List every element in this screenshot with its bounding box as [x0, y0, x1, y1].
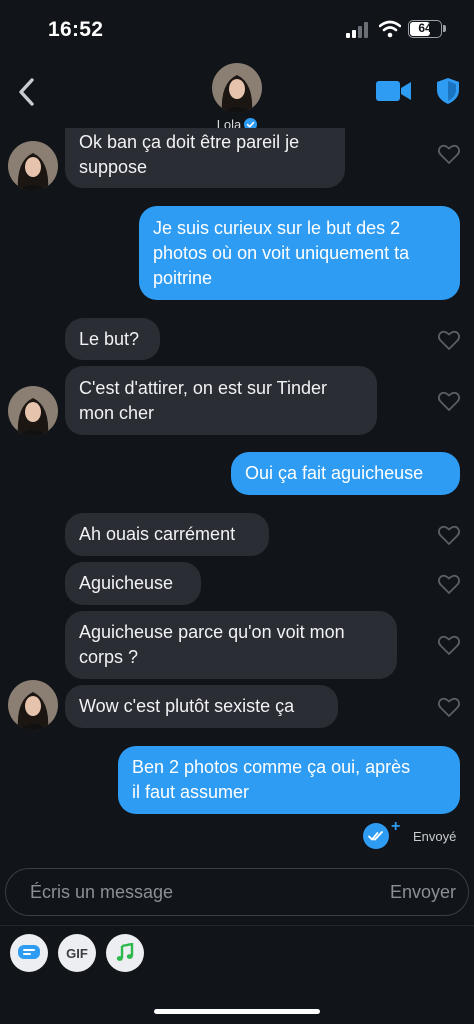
message-incoming[interactable]: Aguicheuse parce qu'on voit mon corps ?	[65, 611, 397, 679]
send-button[interactable]: Envoyer	[390, 869, 456, 915]
music-note-icon	[116, 943, 134, 961]
heart-like-icon[interactable]	[437, 143, 461, 165]
message-incoming[interactable]: Aguicheuse	[65, 562, 201, 605]
message-incoming[interactable]: Le but?	[65, 318, 160, 360]
home-indicator	[154, 1009, 320, 1014]
chat-sticker-icon	[18, 945, 40, 959]
sender-avatar[interactable]	[8, 680, 58, 730]
message-composer[interactable]: Écris un message Envoyer	[5, 868, 469, 916]
read-receipt-icon	[363, 823, 389, 849]
divider	[0, 925, 474, 926]
music-button[interactable]	[106, 934, 144, 972]
message-outgoing[interactable]: Ben 2 photos comme ça oui, après il faut…	[118, 746, 460, 814]
status-time: 16:52	[48, 18, 104, 41]
header-avatar[interactable]	[212, 63, 262, 113]
video-camera-icon[interactable]	[376, 79, 412, 103]
plus-icon: +	[391, 818, 401, 835]
heart-like-icon[interactable]	[437, 390, 461, 412]
heart-like-icon[interactable]	[437, 573, 461, 595]
heart-like-icon[interactable]	[437, 524, 461, 546]
message-outgoing[interactable]: Je suis curieux sur le but des 2 photos …	[139, 206, 460, 300]
back-chevron-icon[interactable]	[14, 74, 40, 110]
signal-icon	[346, 22, 368, 38]
delivery-status: Envoyé	[413, 829, 457, 844]
gif-button[interactable]: GIF	[58, 934, 96, 972]
gif-label: GIF	[66, 945, 88, 961]
battery-cap	[443, 25, 446, 32]
heart-like-icon[interactable]	[437, 696, 461, 718]
battery-indicator: 64	[408, 20, 442, 38]
message-input[interactable]: Écris un message	[30, 869, 173, 915]
message-outgoing[interactable]: Oui ça fait aguicheuse	[231, 452, 460, 495]
sender-avatar[interactable]	[8, 386, 58, 436]
wifi-icon	[379, 20, 401, 38]
message-incoming[interactable]: Wow c'est plutôt sexiste ça	[65, 685, 338, 728]
heart-like-icon[interactable]	[437, 329, 461, 351]
shield-icon[interactable]	[436, 77, 460, 105]
message-incoming[interactable]: Ah ouais carrément	[65, 513, 269, 556]
message-incoming[interactable]: Ok ban ça doit être pareil je suppose	[65, 128, 345, 188]
message-incoming[interactable]: C'est d'attirer, on est sur Tinder mon c…	[65, 366, 377, 435]
sticker-button[interactable]	[10, 934, 48, 972]
sender-avatar[interactable]	[8, 141, 58, 191]
heart-like-icon[interactable]	[437, 634, 461, 656]
